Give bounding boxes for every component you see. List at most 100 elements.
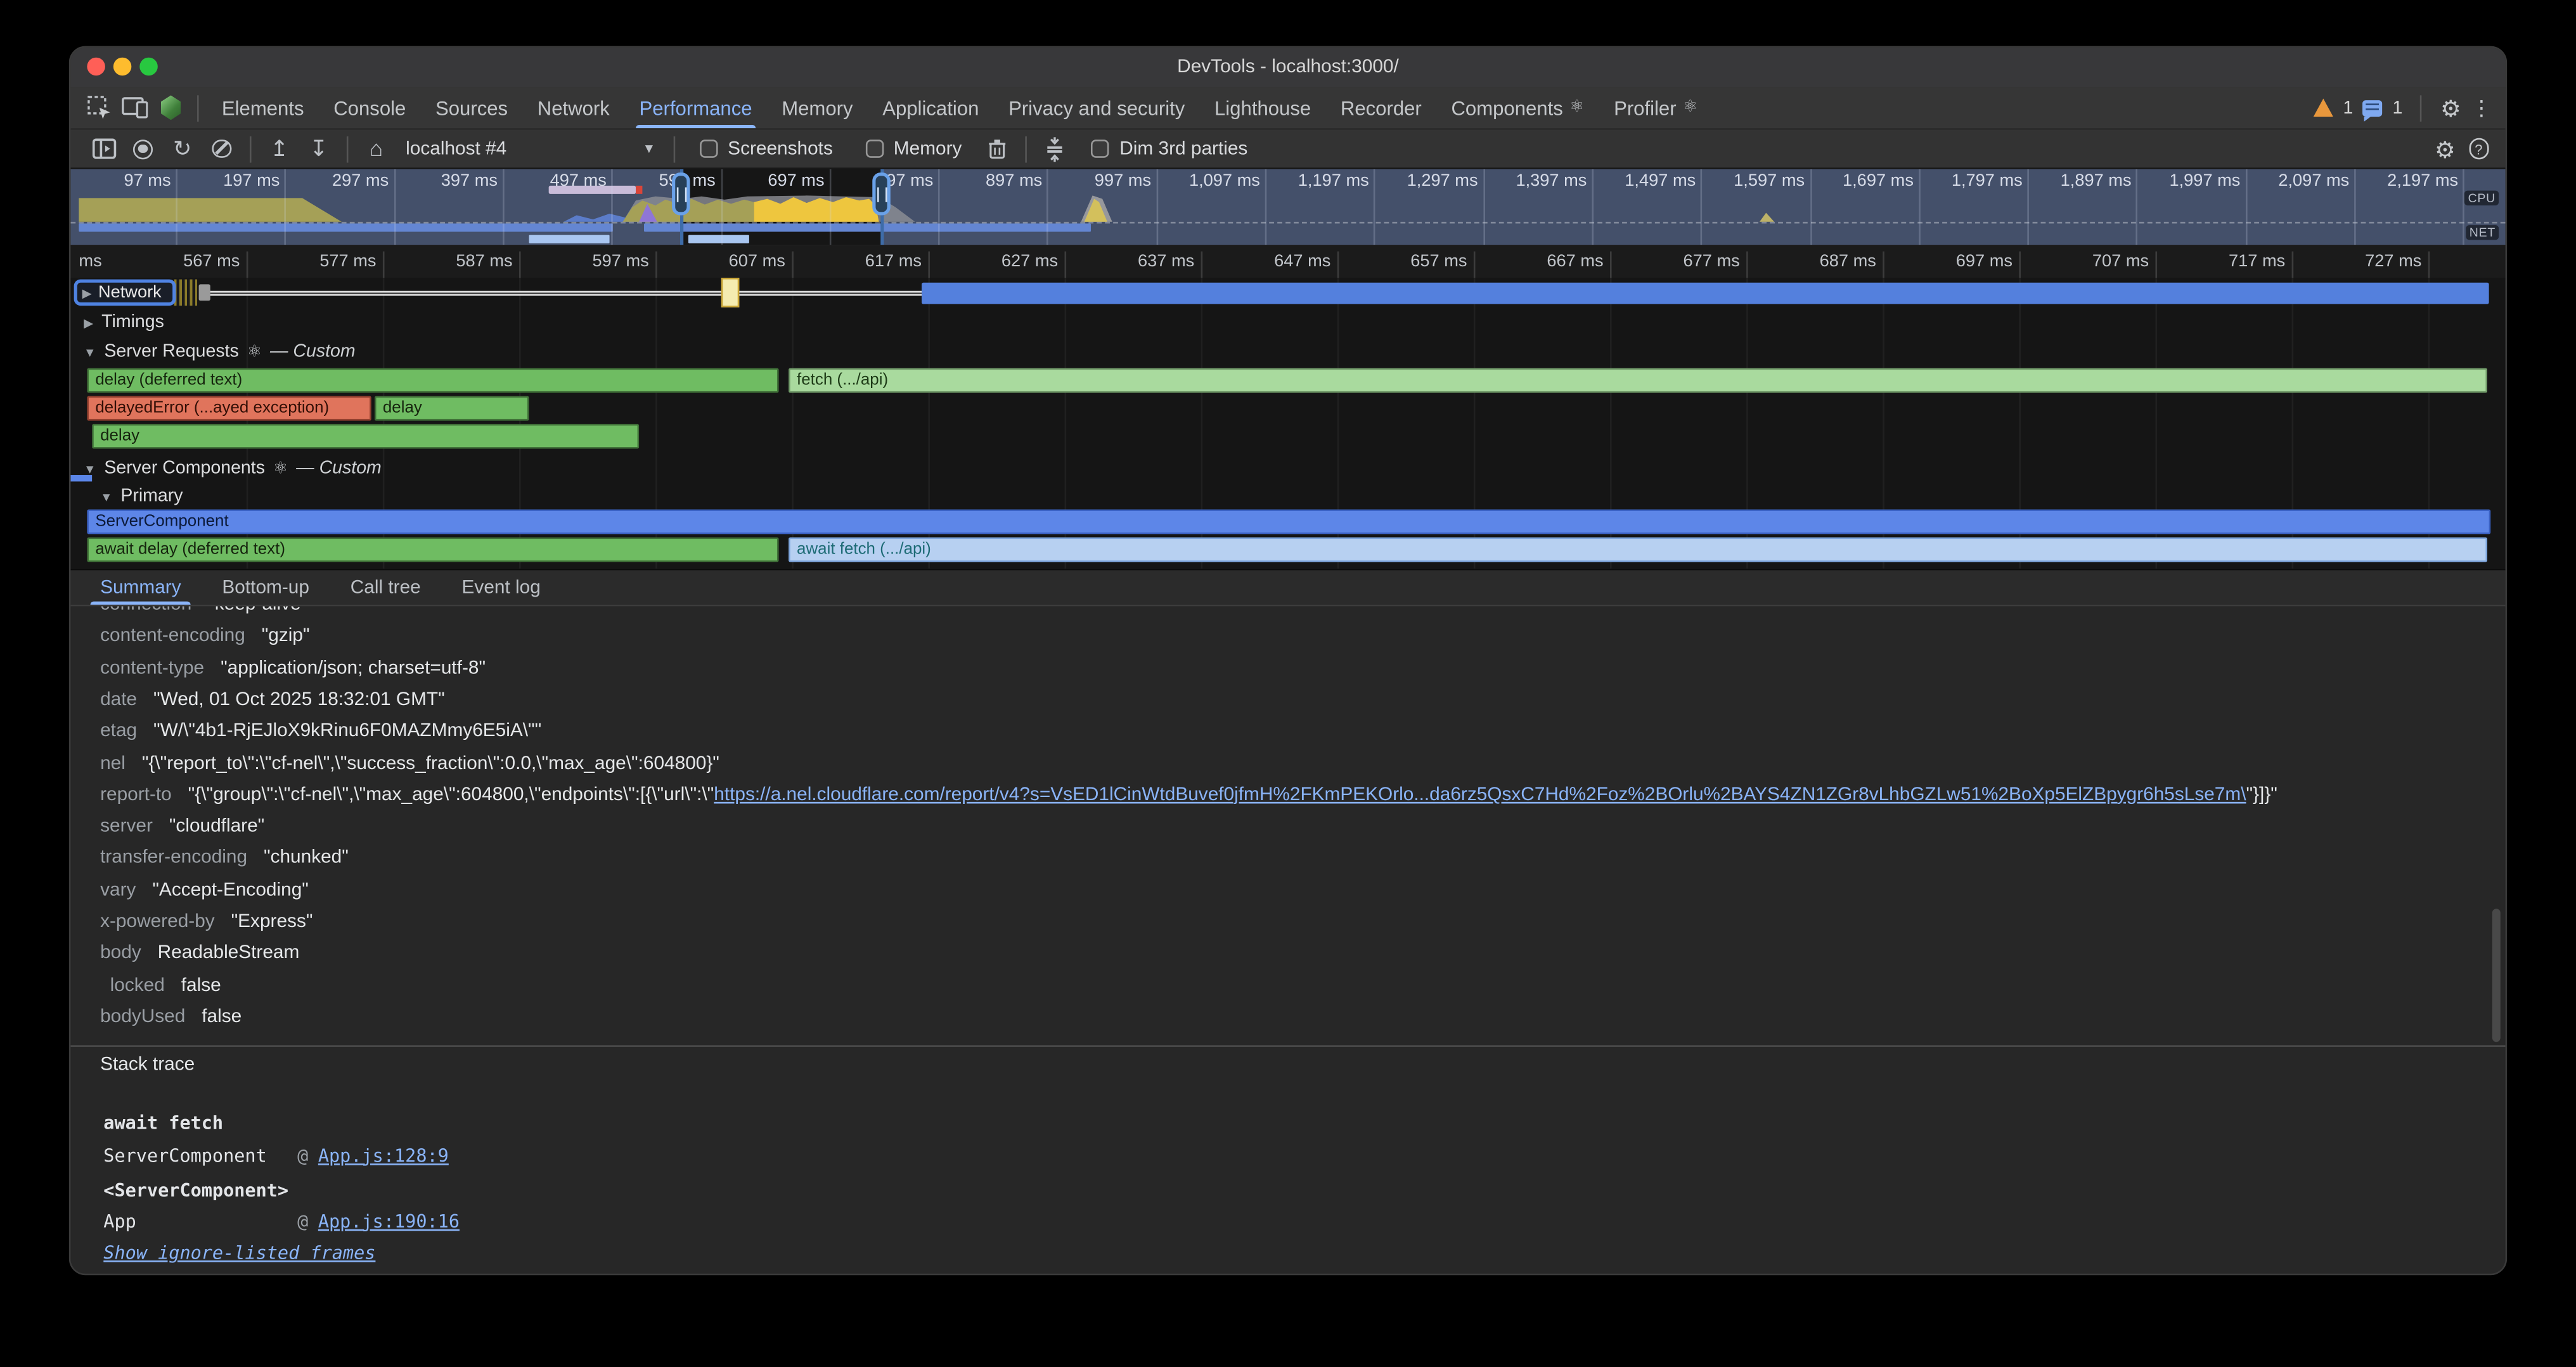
summary-tab-event-log[interactable]: Event log xyxy=(449,570,554,604)
tab-console[interactable]: Console xyxy=(319,87,421,128)
history-select[interactable]: localhost #4 ▼ xyxy=(396,133,666,165)
tab-profiler[interactable]: Profiler⚛ xyxy=(1599,87,1713,128)
summary-tab-summary[interactable]: Summary xyxy=(87,570,194,604)
ruler-tick-label: 657 ms xyxy=(1410,250,1474,270)
ruler-gridline xyxy=(2019,252,2021,278)
report-to-url-link[interactable]: https://a.nel.cloudflare.com/report/v4?s… xyxy=(714,785,2246,805)
inspect-element-icon[interactable] xyxy=(80,89,117,126)
flame-bar[interactable]: ServerComponent xyxy=(87,509,2490,534)
tab-sources[interactable]: Sources xyxy=(421,87,523,128)
flame-bar[interactable]: delayedError (...ayed exception) xyxy=(87,396,371,421)
checkbox-box[interactable] xyxy=(1092,139,1110,158)
save-profile-icon[interactable]: ↧ xyxy=(299,131,338,167)
device-toolbar-icon[interactable] xyxy=(117,89,153,126)
header-name: connection xyxy=(100,606,191,614)
flame-bar[interactable]: fetch (.../api) xyxy=(789,368,2487,393)
disclosure-triangle-icon[interactable]: ▶ xyxy=(82,285,92,300)
flame-bar[interactable]: delay xyxy=(92,424,639,449)
tab-performance[interactable]: Performance xyxy=(624,87,767,128)
overview-tick-label: 1,397 ms xyxy=(1516,171,1592,191)
window-titlebar: DevTools - localhost:3000/ xyxy=(70,48,2505,89)
cpu-lane-label: CPU xyxy=(2464,191,2499,205)
ruler-tick-label: 717 ms xyxy=(2229,250,2292,270)
disclosure-triangle-icon[interactable]: ▼ xyxy=(84,461,96,476)
screenshots-checkbox[interactable]: Screenshots xyxy=(700,139,833,159)
network-drag-grip[interactable] xyxy=(199,284,210,301)
dim-3rd-parties-checkbox[interactable]: Dim 3rd parties xyxy=(1092,139,1247,159)
record-button[interactable] xyxy=(123,131,162,167)
track-subgroup-primary[interactable]: ▼ Primary xyxy=(100,486,183,506)
warning-count[interactable]: 1 xyxy=(2343,98,2353,117)
ruler-tick-label: 617 ms xyxy=(865,250,929,270)
overview-gridline xyxy=(2028,169,2030,245)
tab-memory[interactable]: Memory xyxy=(767,87,868,128)
overview-tick-label: 497 ms xyxy=(550,171,612,191)
header-row: transfer-encoding "chunked" xyxy=(100,845,349,871)
network-request-bar[interactable] xyxy=(922,282,2489,303)
header-value: false xyxy=(181,975,221,995)
checkbox-box[interactable] xyxy=(866,139,884,158)
disclosure-triangle-icon[interactable]: ▼ xyxy=(100,489,112,503)
toolbar-right: ⚙ ? xyxy=(2435,137,2506,160)
disclosure-triangle-icon[interactable]: ▼ xyxy=(84,344,96,359)
tab-lighthouse[interactable]: Lighthouse xyxy=(1200,87,1326,128)
divider xyxy=(347,136,349,162)
settings-gear-icon[interactable]: ⚙ xyxy=(2440,96,2461,119)
scrollbar-thumb[interactable] xyxy=(2492,909,2501,1042)
summary-tab-call-tree[interactable]: Call tree xyxy=(337,570,434,604)
tab-elements[interactable]: Elements xyxy=(207,87,319,128)
extension-gem-icon[interactable] xyxy=(153,89,189,126)
ruler-tick-label: 677 ms xyxy=(1683,250,1746,270)
track-header-network[interactable]: ▶ Network xyxy=(74,280,176,306)
disclosure-triangle-icon[interactable]: ▶ xyxy=(84,314,93,329)
divider xyxy=(70,1045,2505,1047)
issues-icon[interactable] xyxy=(2363,100,2383,116)
toggle-sidebar-icon[interactable] xyxy=(84,131,123,167)
timeline-overview[interactable]: 97 ms197 ms297 ms397 ms497 ms597 ms697 m… xyxy=(70,169,2505,247)
flame-bar[interactable]: await delay (deferred text) xyxy=(87,538,778,562)
tab-recorder[interactable]: Recorder xyxy=(1326,87,1437,128)
help-icon[interactable]: ? xyxy=(2468,138,2489,159)
stack-trace-title: Stack trace xyxy=(100,1055,195,1075)
source-location-link[interactable]: App.js:190:16 xyxy=(318,1211,460,1233)
selection-right-handle[interactable] xyxy=(872,172,891,215)
record-and-reload-icon[interactable]: ↻ xyxy=(163,131,202,167)
more-options-kebab-icon[interactable]: ⋮ xyxy=(2471,97,2492,119)
flame-bar[interactable]: delay (deferred text) xyxy=(87,368,778,393)
timeline-ruler[interactable]: ms567 ms577 ms587 ms597 ms607 ms617 ms62… xyxy=(70,245,2505,279)
warning-icon[interactable] xyxy=(2314,99,2333,117)
summary-pane[interactable]: connection"keep-alive"content-encoding"g… xyxy=(70,606,2505,1275)
home-icon[interactable]: ⌂ xyxy=(356,131,396,167)
tab-application[interactable]: Application xyxy=(868,87,994,128)
network-striped-segment xyxy=(174,280,197,306)
tab-privacy-and-security[interactable]: Privacy and security xyxy=(994,87,1200,128)
collapse-icon[interactable] xyxy=(1036,131,1075,167)
summary-tab-bottom-up[interactable]: Bottom-up xyxy=(209,570,323,604)
tab-network[interactable]: Network xyxy=(522,87,624,128)
source-location-link[interactable]: App.js:128:9 xyxy=(318,1144,449,1166)
memory-checkbox[interactable]: Memory xyxy=(866,139,962,159)
track-label: Server Components xyxy=(104,458,265,478)
clear-icon[interactable] xyxy=(202,131,242,167)
track-header-server-requests[interactable]: ▼ Server Requests ⚛ — Custom xyxy=(84,342,355,361)
collect-garbage-icon[interactable] xyxy=(978,131,1017,167)
selection-left-handle[interactable] xyxy=(672,172,690,215)
flamechart-tracks[interactable]: ▶ Network ▶ Timings ▼ Server Requests ⚛ … xyxy=(70,278,2505,569)
divider xyxy=(197,94,199,120)
track-header-server-components[interactable]: ▼ Server Components ⚛ — Custom xyxy=(84,458,382,478)
ruler-gridline xyxy=(2428,252,2430,278)
show-ignore-listed-frames-link[interactable]: Show ignore-listed frames xyxy=(103,1242,375,1264)
tab-components[interactable]: Components⚛ xyxy=(1436,87,1599,128)
header-name: transfer-encoding xyxy=(100,848,247,868)
overview-tick-label: 1,797 ms xyxy=(1952,171,2028,191)
flame-bar[interactable]: await fetch (.../api) xyxy=(789,538,2487,562)
network-request-block[interactable] xyxy=(721,278,740,306)
capture-settings-gear-icon[interactable]: ⚙ xyxy=(2435,137,2456,160)
track-header-timings[interactable]: ▶ Timings xyxy=(84,312,164,332)
header-value: "chunked" xyxy=(264,848,349,868)
flame-bar[interactable]: delay xyxy=(375,396,529,421)
issues-count[interactable]: 1 xyxy=(2393,98,2403,117)
checkbox-box[interactable] xyxy=(700,139,718,158)
ruler-gridline xyxy=(519,252,521,278)
load-profile-icon[interactable]: ↥ xyxy=(260,131,299,167)
